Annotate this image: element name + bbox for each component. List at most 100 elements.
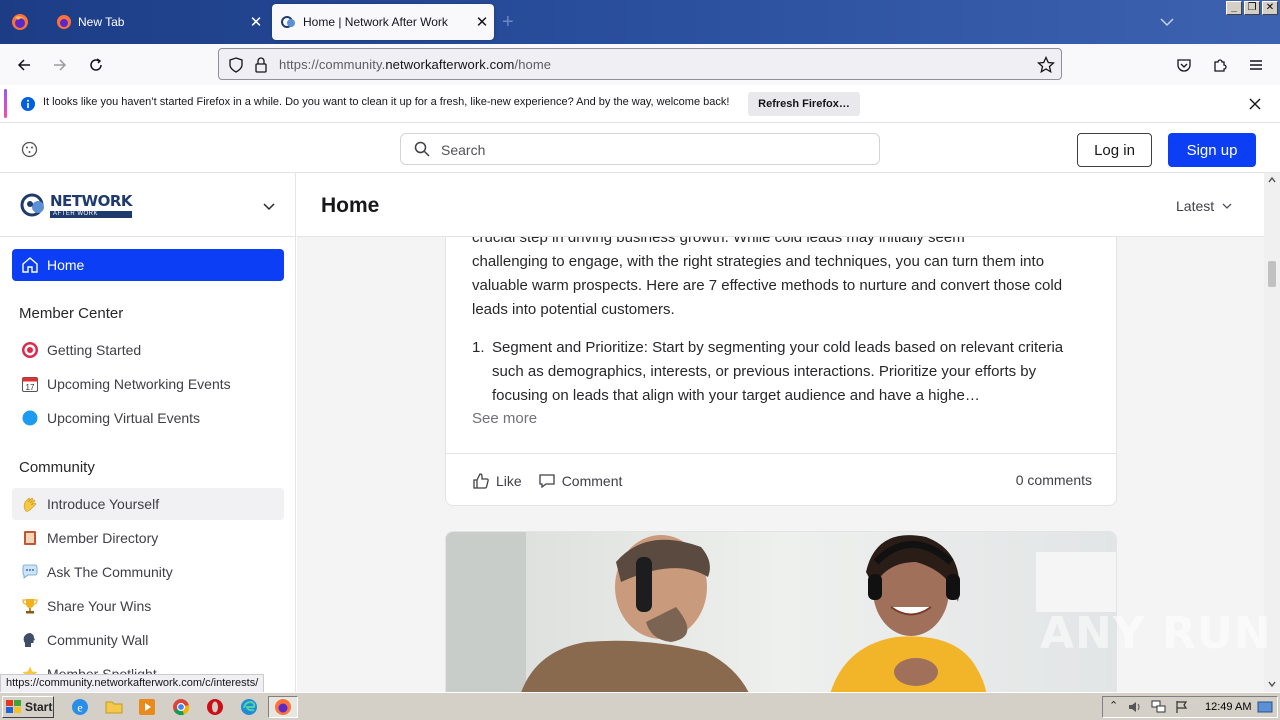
- opera-icon[interactable]: [205, 697, 225, 717]
- sidebar-item-introduce-yourself[interactable]: Introduce Yourself: [12, 488, 284, 520]
- comments-count[interactable]: 0 comments: [1016, 472, 1092, 488]
- close-window-icon[interactable]: ✕: [1262, 1, 1278, 15]
- sidebar: NETWORK AFTER WORK Home Member Center Ge…: [0, 173, 296, 692]
- thumbs-up-icon: [473, 473, 489, 489]
- list-text: Segment and Prioritize: Start by segment…: [492, 339, 1064, 404]
- sidebar-item-member-directory[interactable]: Member Directory: [12, 522, 284, 554]
- firefox-view-icon[interactable]: [0, 0, 40, 44]
- home-icon: [22, 257, 38, 273]
- sort-dropdown[interactable]: Latest: [1176, 198, 1232, 214]
- tab-home-network-after-work[interactable]: Home | Network After Work ✕: [272, 4, 494, 40]
- refresh-firefox-button[interactable]: Refresh Firefox…: [748, 92, 860, 116]
- url-prefix: https://community.: [279, 57, 386, 72]
- search-input[interactable]: Search: [400, 133, 880, 165]
- like-label: Like: [496, 473, 522, 489]
- window-controls: _ ❐ ✕: [1226, 1, 1278, 15]
- tracking-shield-icon[interactable]: [228, 57, 244, 73]
- scroll-up-arrow-icon[interactable]: [1268, 176, 1276, 184]
- close-notification-icon[interactable]: [1249, 98, 1261, 110]
- hamburger-menu-icon[interactable]: [1245, 54, 1267, 76]
- calendar-icon: 17: [20, 374, 40, 394]
- notification-message: It looks like you haven’t started Firefo…: [43, 96, 730, 108]
- sidebar-item-getting-started[interactable]: Getting Started: [12, 334, 284, 366]
- svg-text:17: 17: [26, 383, 35, 392]
- chevron-down-icon[interactable]: [262, 199, 276, 213]
- globe-icon[interactable]: [21, 141, 38, 158]
- blue-circle-icon: [20, 408, 40, 428]
- system-tray: ⌃ 12:49 AM: [1102, 696, 1278, 718]
- sidebar-item-label: Getting Started: [47, 342, 142, 358]
- svg-text:e: e: [77, 701, 82, 715]
- network-after-work-logo[interactable]: NETWORK AFTER WORK: [20, 192, 133, 218]
- list-all-tabs-chevron-icon[interactable]: [1158, 13, 1176, 31]
- start-button[interactable]: Start: [2, 696, 54, 718]
- search-placeholder: Search: [441, 142, 486, 158]
- sidebar-item-label: Introduce Yourself: [47, 496, 160, 512]
- reload-icon[interactable]: [85, 54, 107, 76]
- log-in-button[interactable]: Log in: [1077, 133, 1152, 167]
- bookmark-star-icon[interactable]: [1037, 56, 1055, 74]
- back-arrow-icon[interactable]: [13, 54, 35, 76]
- internet-explorer-icon[interactable]: e: [70, 697, 90, 717]
- post-card: crucial step in driving business growth.…: [445, 237, 1117, 506]
- post-image[interactable]: [446, 532, 1117, 692]
- tab-new-tab[interactable]: New Tab ✕: [42, 0, 268, 44]
- sidebar-item-label: Home: [47, 257, 85, 273]
- book-icon: [20, 528, 40, 548]
- section-title-member-center: Member Center: [19, 305, 124, 322]
- sidebar-item-label: Share Your Wins: [47, 598, 152, 614]
- community-switcher[interactable]: NETWORK AFTER WORK: [0, 173, 295, 237]
- post-actions: Like Comment: [472, 472, 638, 490]
- sidebar-item-ask-the-community[interactable]: Ask The Community: [12, 556, 284, 588]
- sign-up-button[interactable]: Sign up: [1168, 133, 1256, 167]
- logo-mark-icon: [20, 193, 44, 217]
- scroll-down-arrow-icon[interactable]: [1268, 680, 1276, 688]
- restore-icon[interactable]: ❐: [1244, 1, 1260, 15]
- status-link-url: https://community.networkafterwork.com/c…: [0, 674, 265, 693]
- lock-icon[interactable]: [254, 57, 268, 73]
- action-center-flag-icon[interactable]: [1175, 700, 1189, 714]
- minimize-icon[interactable]: _: [1226, 1, 1242, 15]
- show-desktop-icon[interactable]: [1257, 700, 1273, 714]
- chrome-icon[interactable]: [171, 697, 191, 717]
- like-button[interactable]: Like: [472, 472, 522, 490]
- see-more-link[interactable]: See more: [472, 410, 537, 427]
- post-partial-line: crucial step in driving business growth.…: [472, 237, 965, 246]
- windows-logo-icon: [6, 700, 21, 713]
- scrollbar-thumb[interactable]: [1268, 261, 1276, 287]
- address-bar[interactable]: https://community.networkafterwork.com/h…: [218, 48, 1062, 80]
- pocket-icon[interactable]: [1173, 54, 1195, 76]
- url-path: /home: [514, 57, 552, 72]
- tray-expand-icon[interactable]: ⌃: [1109, 699, 1118, 712]
- taskbar-firefox-active[interactable]: [268, 696, 298, 718]
- url-text[interactable]: https://community.networkafterwork.com/h…: [279, 57, 551, 72]
- tab-close-icon[interactable]: ✕: [470, 13, 494, 31]
- page-title: Home: [321, 194, 380, 217]
- sidebar-item-label: Member Directory: [47, 530, 159, 546]
- sidebar-item-community-wall[interactable]: Community Wall: [12, 624, 284, 656]
- list-number: 1.: [472, 339, 485, 356]
- extensions-puzzle-icon[interactable]: [1209, 54, 1231, 76]
- tab-close-icon[interactable]: ✕: [244, 13, 268, 31]
- tab-title: Home | Network After Work: [303, 15, 448, 29]
- edge-icon[interactable]: [239, 697, 259, 717]
- new-tab-plus-icon[interactable]: +: [502, 11, 514, 34]
- trophy-icon: [20, 596, 40, 616]
- main-header: Home Latest: [297, 173, 1264, 237]
- post-body: crucial step in driving business growth.…: [472, 237, 1094, 322]
- network-icon[interactable]: [1151, 700, 1167, 714]
- file-explorer-icon[interactable]: [104, 697, 124, 717]
- comment-button[interactable]: Comment: [538, 472, 622, 490]
- sidebar-item-home[interactable]: Home: [12, 249, 284, 281]
- media-player-icon[interactable]: [137, 697, 157, 717]
- forward-arrow-icon[interactable]: [49, 54, 71, 76]
- firefox-refresh-notification: It looks like you haven’t started Firefo…: [0, 85, 1280, 123]
- card-divider: [446, 453, 1116, 454]
- sidebar-item-upcoming-networking-events[interactable]: 17 Upcoming Networking Events: [12, 368, 284, 400]
- sidebar-item-upcoming-virtual-events[interactable]: Upcoming Virtual Events: [12, 402, 284, 434]
- waving-hand-icon: [20, 494, 40, 514]
- volume-icon[interactable]: [1127, 700, 1143, 714]
- post-image-card: [445, 531, 1117, 692]
- sidebar-item-share-your-wins[interactable]: Share Your Wins: [12, 590, 284, 622]
- site-favicon-icon: [281, 16, 295, 28]
